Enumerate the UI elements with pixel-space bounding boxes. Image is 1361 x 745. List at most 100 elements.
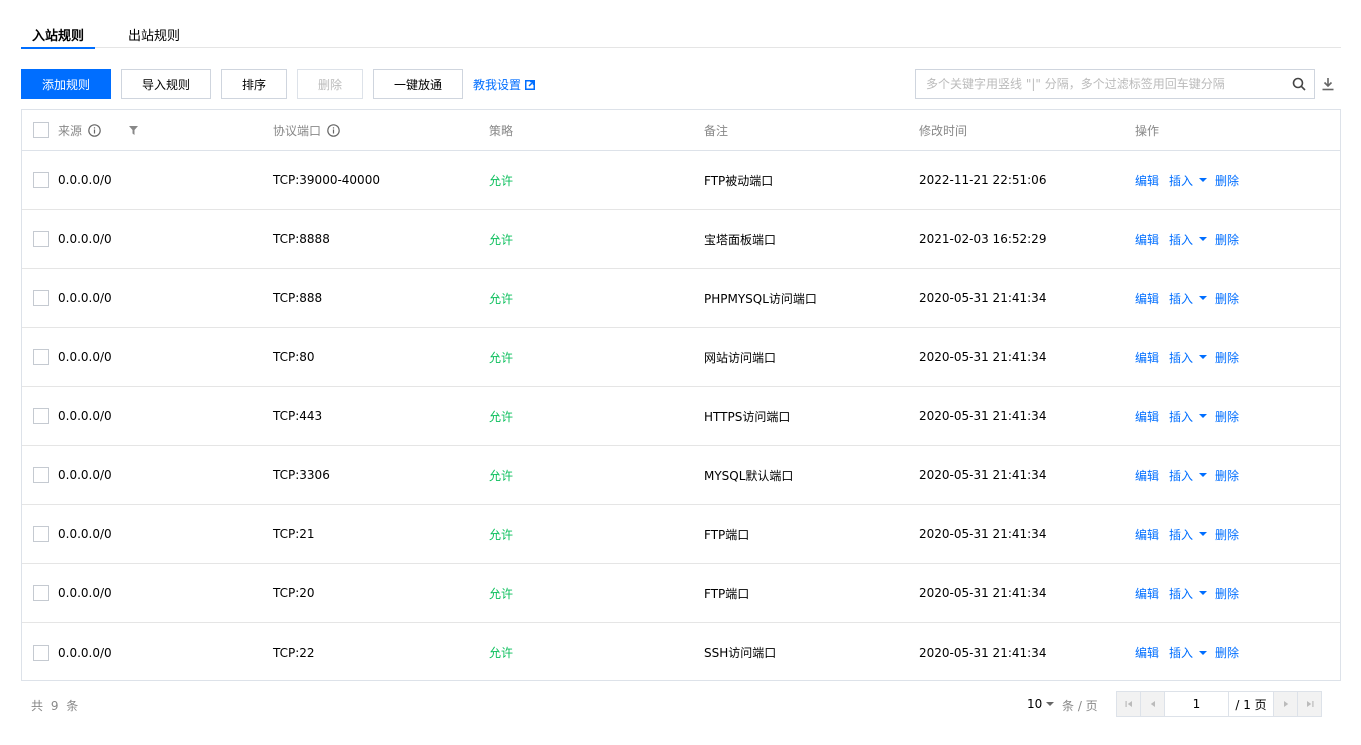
page-number-input[interactable] xyxy=(1164,691,1229,717)
select-all-checkbox[interactable] xyxy=(33,122,49,138)
cell-policy: 允许 xyxy=(489,409,514,424)
cell-port: TCP:888 xyxy=(273,291,323,305)
chevron-down-icon xyxy=(1046,702,1055,706)
cell-source: 0.0.0.0/0 xyxy=(58,232,112,246)
chevron-down-icon[interactable] xyxy=(1199,590,1208,596)
delete-link[interactable]: 删除 xyxy=(1215,290,1239,307)
info-icon[interactable] xyxy=(88,123,101,137)
open-all-button[interactable]: 一键放通 xyxy=(373,69,463,99)
insert-link[interactable]: 插入 xyxy=(1169,408,1193,425)
insert-link[interactable]: 插入 xyxy=(1169,349,1193,366)
chevron-down-icon[interactable] xyxy=(1199,413,1208,419)
cell-source: 0.0.0.0/0 xyxy=(58,173,112,187)
search-icon[interactable] xyxy=(1292,77,1306,91)
row-checkbox[interactable] xyxy=(33,585,49,601)
delete-link[interactable]: 删除 xyxy=(1215,349,1239,366)
row-checkbox[interactable] xyxy=(33,172,49,188)
tab-outbound-rules[interactable]: 出站规则 xyxy=(128,25,180,48)
cell-ops: 编辑 插入 删除 xyxy=(1135,446,1239,504)
cell-source: 0.0.0.0/0 xyxy=(58,409,112,423)
next-page-button[interactable] xyxy=(1273,691,1298,717)
tab-inbound-rules[interactable]: 入站规则 xyxy=(20,25,96,49)
chevron-down-icon[interactable] xyxy=(1199,177,1208,183)
table-row: 0.0.0.0/0 TCP:80 允许 网站访问端口 2020-05-31 21:41:… xyxy=(22,328,1340,387)
delete-link[interactable]: 删除 xyxy=(1215,526,1239,543)
cell-note: SSH访问端口 xyxy=(704,646,777,660)
sort-button[interactable]: 排序 xyxy=(221,69,287,99)
cell-port: TCP:20 xyxy=(273,586,315,600)
insert-link[interactable]: 插入 xyxy=(1169,644,1193,661)
delete-link[interactable]: 删除 xyxy=(1215,585,1239,602)
delete-link[interactable]: 删除 xyxy=(1215,231,1239,248)
last-page-button[interactable] xyxy=(1297,691,1322,717)
edit-link[interactable]: 编辑 xyxy=(1135,644,1159,661)
table-row: 0.0.0.0/0 TCP:20 允许 FTP端口 2020-05-31 21:41:3… xyxy=(22,564,1340,623)
guide-link[interactable]: 教我设置 xyxy=(473,76,536,93)
info-icon[interactable] xyxy=(327,123,340,137)
delete-button[interactable]: 删除 xyxy=(297,69,363,99)
search-input[interactable] xyxy=(916,70,1286,98)
row-checkbox[interactable] xyxy=(33,644,49,661)
table-header: 来源 协议端口 策略 备注 修改时间 操作 xyxy=(22,110,1340,151)
edit-link[interactable]: 编辑 xyxy=(1135,349,1159,366)
chevron-down-icon[interactable] xyxy=(1199,531,1208,537)
edit-link[interactable]: 编辑 xyxy=(1135,408,1159,425)
download-icon[interactable] xyxy=(1321,77,1335,91)
insert-link[interactable]: 插入 xyxy=(1169,526,1193,543)
insert-link[interactable]: 插入 xyxy=(1169,290,1193,307)
delete-link[interactable]: 删除 xyxy=(1215,467,1239,484)
chevron-down-icon[interactable] xyxy=(1199,236,1208,242)
edit-link[interactable]: 编辑 xyxy=(1135,172,1159,189)
import-rules-button[interactable]: 导入规则 xyxy=(121,69,211,99)
chevron-down-icon[interactable] xyxy=(1199,354,1208,360)
last-page-icon xyxy=(1306,701,1313,707)
add-rule-button[interactable]: 添加规则 xyxy=(21,69,111,99)
cell-policy: 允许 xyxy=(489,291,514,306)
chevron-down-icon[interactable] xyxy=(1199,650,1208,656)
insert-link[interactable]: 插入 xyxy=(1169,231,1193,248)
cell-note: MYSQL默认端口 xyxy=(704,468,794,483)
filter-icon[interactable] xyxy=(129,110,138,150)
cell-port: TCP:80 xyxy=(273,350,315,364)
cell-ops: 编辑 插入 删除 xyxy=(1135,564,1239,622)
edit-link[interactable]: 编辑 xyxy=(1135,526,1159,543)
insert-link[interactable]: 插入 xyxy=(1169,172,1193,189)
edit-link[interactable]: 编辑 xyxy=(1135,585,1159,602)
page-size-select[interactable]: 10 xyxy=(1027,697,1055,711)
cell-modified: 2020-05-31 21:41:34 xyxy=(919,468,1047,482)
cell-note: 网站访问端口 xyxy=(704,350,777,365)
cell-ops: 编辑 插入 删除 xyxy=(1135,151,1239,209)
header-note: 备注 xyxy=(704,123,729,138)
table-row: 0.0.0.0/0 TCP:22 允许 SSH访问端口 2020-05-31 21:41… xyxy=(22,623,1340,682)
cell-ops: 编辑 插入 删除 xyxy=(1135,210,1239,268)
guide-link-label: 教我设置 xyxy=(473,78,522,92)
first-page-button[interactable] xyxy=(1116,691,1141,717)
chevron-down-icon[interactable] xyxy=(1199,295,1208,301)
total-pages: / 1 页 xyxy=(1228,691,1274,717)
row-checkbox[interactable] xyxy=(33,231,49,247)
edit-link[interactable]: 编辑 xyxy=(1135,290,1159,307)
insert-link[interactable]: 插入 xyxy=(1169,467,1193,484)
cell-ops: 编辑 插入 删除 xyxy=(1135,623,1239,682)
table-row: 0.0.0.0/0 TCP:888 允许 PHPMYSQL访问端口 2020-05-31… xyxy=(22,269,1340,328)
table-row: 0.0.0.0/0 TCP:3306 允许 MYSQL默认端口 2020-05-31 2… xyxy=(22,446,1340,505)
delete-link[interactable]: 删除 xyxy=(1215,408,1239,425)
prev-page-button[interactable] xyxy=(1140,691,1165,717)
row-checkbox[interactable] xyxy=(33,526,49,542)
per-page-label: 条 / 页 xyxy=(1062,699,1098,713)
cell-source: 0.0.0.0/0 xyxy=(58,586,112,600)
edit-link[interactable]: 编辑 xyxy=(1135,467,1159,484)
row-checkbox[interactable] xyxy=(33,290,49,306)
header-modified: 修改时间 xyxy=(919,123,968,138)
delete-link[interactable]: 删除 xyxy=(1215,172,1239,189)
pagination: / 1 页 xyxy=(1116,691,1322,717)
edit-link[interactable]: 编辑 xyxy=(1135,231,1159,248)
cell-source: 0.0.0.0/0 xyxy=(58,527,112,541)
chevron-down-icon[interactable] xyxy=(1199,472,1208,478)
row-checkbox[interactable] xyxy=(33,349,49,365)
row-checkbox[interactable] xyxy=(33,467,49,483)
delete-link[interactable]: 删除 xyxy=(1215,644,1239,661)
insert-link[interactable]: 插入 xyxy=(1169,585,1193,602)
row-checkbox[interactable] xyxy=(33,408,49,424)
cell-source: 0.0.0.0/0 xyxy=(58,350,112,364)
